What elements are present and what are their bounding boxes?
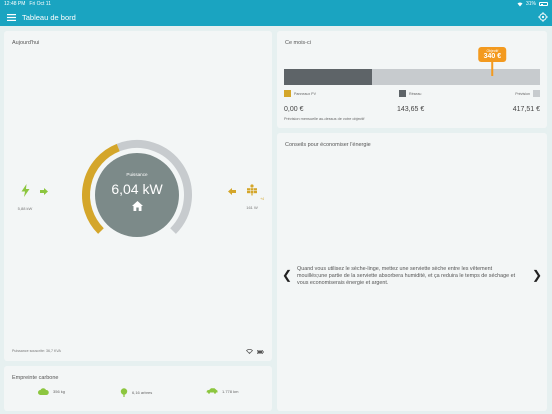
home-icon: [131, 201, 143, 211]
legend-solar: Panneaux PV: [284, 90, 316, 97]
today-card: Aujourd'hui 5,88 kW +4 161 W Puissance 6…: [4, 31, 272, 361]
carbon-trees-value: 6,16 arbres: [132, 390, 153, 395]
objective-value: 340 €: [483, 53, 502, 60]
tips-title: Conseils pour économiser l'énergie: [285, 142, 371, 148]
wifi-icon: [246, 349, 253, 354]
consumption-bar-fill: [284, 69, 373, 85]
gear-icon[interactable]: [538, 12, 548, 22]
month-card: Ce mois-ci Objectif 340 € Panneaux PV Ré…: [277, 31, 547, 128]
carbon-co2: 356 kg: [38, 388, 65, 395]
legend-grid: Réseau: [399, 90, 421, 97]
legend-grid-label: Réseau: [409, 91, 422, 96]
solar-amount: 0,00 €: [284, 106, 304, 113]
carbon-co2-value: 356 kg: [53, 389, 66, 394]
carbon-distance-value: 1.778 km: [222, 388, 239, 394]
grid-consumption: 5,88 kW: [14, 184, 36, 211]
arrow-right-icon: [40, 188, 48, 195]
grid-consumption-value: 5,88 kW: [17, 206, 33, 211]
solar-production: +4 161 W: [240, 184, 264, 210]
carbon-title: Empreinte carbone: [12, 375, 59, 381]
carbon-distance: 1.778 km: [206, 388, 238, 394]
carbon-trees: 6,16 arbres: [120, 388, 152, 397]
battery-percent: 31%: [525, 1, 536, 7]
objective-line: [491, 62, 494, 76]
forecast-note: Prévision mensuelle au-dessus de votre o…: [284, 117, 365, 121]
legend-grid-swatch: [399, 90, 406, 97]
arrow-left-icon: [228, 188, 236, 195]
lightning-icon: [21, 184, 29, 197]
month-title: Ce mois-ci: [285, 40, 311, 46]
nav-bar: Tableau de bord: [0, 8, 552, 26]
status-date: Fri Oct 11: [29, 1, 51, 7]
forecast-amount: 417,51 €: [512, 106, 540, 113]
power-gauge: Puissance 6,04 kW: [78, 136, 196, 254]
grid-amount: 143,65 €: [397, 106, 425, 113]
tips-card: Conseils pour économiser l'énergie ❮ Qua…: [277, 133, 547, 411]
menu-icon[interactable]: [2, 8, 20, 26]
solar-panel-icon: [247, 184, 257, 196]
gauge-label: Puissance: [126, 172, 148, 177]
car-icon: [206, 388, 218, 394]
subscribed-power: Puissance souscrite: 36,7 KVA: [12, 349, 61, 353]
legend-solar-swatch: [284, 90, 291, 97]
next-tip-button[interactable]: ❯: [532, 269, 542, 281]
objective-marker[interactable]: Objectif 340 €: [478, 47, 507, 76]
legend-forecast: Prévision: [515, 90, 540, 97]
battery-level: [540, 3, 543, 6]
prev-tip-button[interactable]: ❮: [282, 269, 292, 281]
tree-icon: [120, 388, 128, 397]
cloud-icon: [38, 388, 49, 395]
page-title: Tableau de bord: [22, 12, 76, 22]
status-bar: 12:48 PM Fri Oct 11 31%: [0, 0, 552, 8]
legend-solar-label: Panneaux PV: [294, 91, 316, 96]
solar-badge: +4: [260, 197, 264, 201]
today-title: Aujourd'hui: [12, 40, 40, 46]
battery-icon: [539, 2, 548, 6]
battery-icon: [257, 349, 264, 354]
solar-production-value: 161 W: [246, 205, 258, 210]
carbon-card: Empreinte carbone 356 kg 6,16 arbres 1.7…: [4, 366, 272, 411]
gauge-value: 6,04 kW: [111, 181, 163, 197]
wifi-icon: [517, 2, 523, 6]
status-time: 12:48 PM: [4, 1, 26, 7]
tip-text: Quand vous utilisez le sèche-linge, mett…: [297, 266, 516, 287]
legend-forecast-swatch: [533, 90, 540, 97]
legend-forecast-label: Prévision: [515, 91, 530, 96]
